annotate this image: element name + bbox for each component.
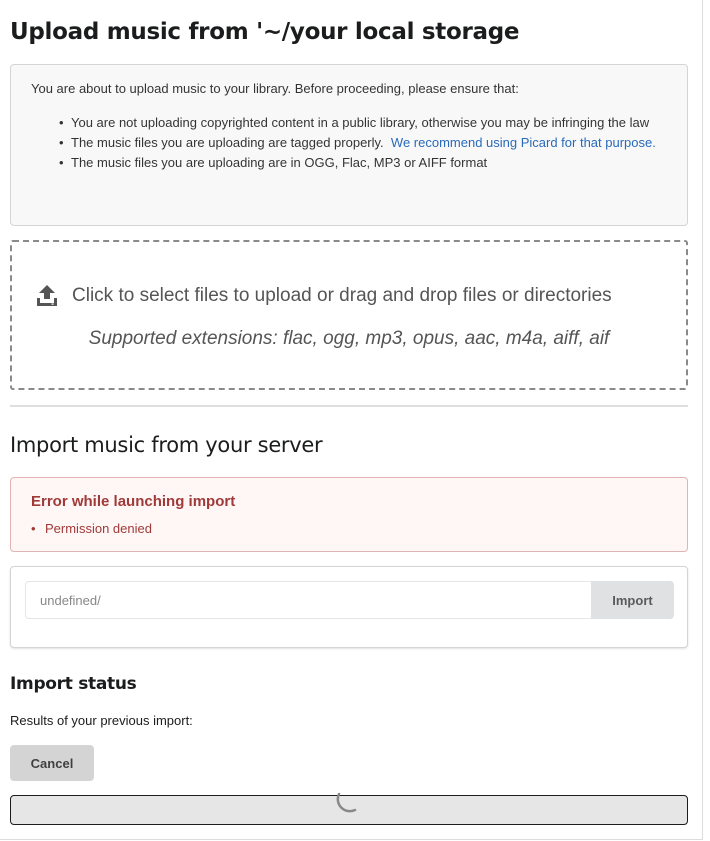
page-frame: Upload music from '~/your local storage … [0, 0, 703, 840]
loading-spinner-icon [336, 792, 357, 813]
import-path-input[interactable] [25, 581, 591, 619]
error-item: Permission denied [31, 521, 152, 536]
error-message: Error while launching import Permission … [10, 477, 688, 552]
import-button[interactable]: Import [591, 581, 674, 619]
dropzone-prompt: Click to select files to upload or drag … [36, 284, 676, 308]
notice-list: You are not uploading copyrighted conten… [59, 113, 671, 173]
notice-item-text: You are not uploading copyrighted conten… [71, 115, 650, 130]
notice-item-text: The music files you are uploading are ta… [71, 135, 384, 150]
section-divider [10, 405, 688, 407]
notice-item-text: The music files you are uploading are in… [71, 155, 488, 170]
notice-intro: You are about to upload music to your li… [31, 81, 519, 96]
dropzone-extensions: Supported extensions: flac, ogg, mp3, op… [88, 328, 610, 349]
cancel-button[interactable]: Cancel [10, 745, 94, 781]
error-heading: Error while launching import [31, 493, 236, 510]
import-status-title: Import status [10, 674, 137, 694]
upload-notice: You are about to upload music to your li… [10, 64, 688, 226]
upload-title: Upload music from '~/your local storage [10, 19, 520, 45]
error-list: Permission denied [31, 521, 152, 536]
notice-item-copyright: You are not uploading copyrighted conten… [59, 113, 671, 133]
dropzone-text: Click to select files to upload or drag … [72, 285, 612, 306]
import-results-text: Results of your previous import: [10, 713, 193, 728]
notice-item-format: The music files you are uploading are in… [59, 153, 671, 173]
server-import-title: Import music from your server [10, 433, 323, 457]
upload-icon [37, 285, 57, 306]
notice-item-tagging: The music files you are uploading are ta… [59, 133, 671, 153]
file-dropzone[interactable]: Click to select files to upload or drag … [10, 240, 688, 390]
server-import-form: Import [10, 566, 688, 648]
import-progress-bar [10, 792, 688, 825]
picard-link[interactable]: We recommend using Picard for that purpo… [391, 135, 656, 150]
